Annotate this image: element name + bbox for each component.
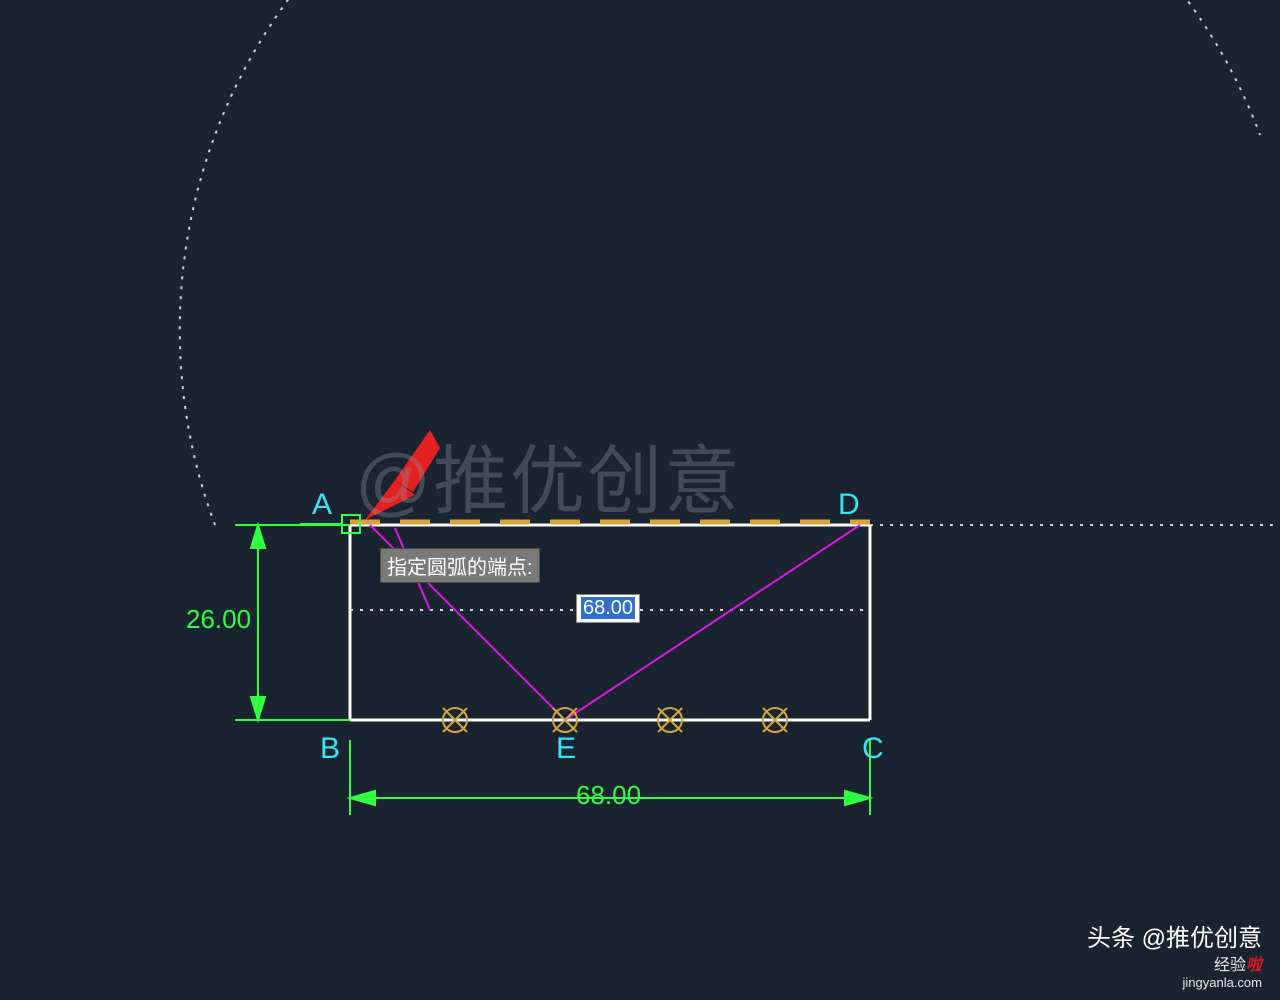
arc-preview — [180, 0, 1260, 525]
dim-width-value: 68.00 — [576, 780, 641, 811]
footer-brand-prefix: 经验 — [1214, 957, 1246, 974]
cad-viewport[interactable]: A D B C E 26.00 68.00 @推优创意 指定圆弧的端点: 68.… — [0, 0, 1280, 1000]
footer-prefix: 头条 — [1087, 925, 1135, 952]
footer-brand-accent: 啦 — [1246, 957, 1262, 974]
dynamic-input-value[interactable]: 68.00 — [581, 597, 635, 619]
dim-vertical — [235, 525, 350, 720]
prompt-text: 指定圆弧的端点: — [387, 557, 533, 579]
command-prompt-tooltip: 指定圆弧的端点: — [380, 548, 540, 583]
footer-watermark: 头条 @推优创意 经验啦 jingyanla.com — [1087, 918, 1262, 990]
dim-height-value: 26.00 — [186, 604, 251, 635]
point-label-c: C — [862, 732, 884, 766]
arrow-annotation — [365, 430, 440, 520]
point-label-a: A — [312, 488, 332, 522]
drawing-layer — [0, 0, 1280, 1000]
point-label-b: B — [320, 732, 340, 766]
footer-handle: @推优创意 — [1142, 925, 1262, 952]
dynamic-input[interactable]: 68.00 — [576, 594, 640, 623]
footer-domain: jingyanla.com — [1087, 975, 1262, 990]
point-label-d: D — [838, 488, 860, 522]
point-label-e: E — [556, 732, 576, 766]
